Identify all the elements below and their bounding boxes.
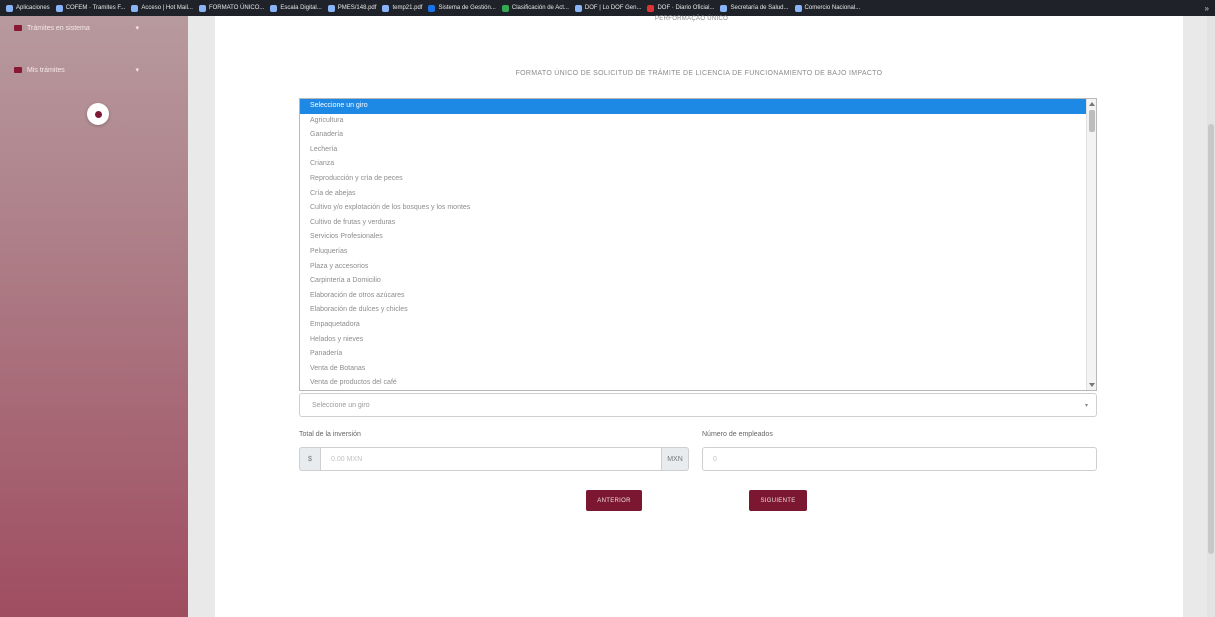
bookmark-item[interactable]: Comercio Nacional... — [794, 4, 861, 12]
bookmark-favicon-icon — [501, 4, 509, 12]
bookmark-favicon-icon — [55, 4, 63, 12]
bookmark-item[interactable]: Sistema de Gestión... — [428, 4, 496, 12]
bookmark-label: Comercio Nacional... — [804, 5, 861, 11]
giro-option[interactable]: Reproducción y cría de peces — [300, 172, 1096, 187]
bookmark-label: Secretaría de Salud... — [730, 5, 789, 11]
giro-option[interactable]: Helados y nieves — [300, 333, 1096, 348]
bookmark-item[interactable]: PMES/148.pdf — [327, 4, 377, 12]
bookmark-item[interactable]: DOF | Lo DOF Gen... — [574, 4, 642, 12]
inversion-label: Total de la inversión — [299, 431, 361, 438]
page-scroll-thumb[interactable] — [1208, 124, 1214, 554]
empleados-input[interactable]: 0 — [702, 447, 1097, 471]
giro-option[interactable]: Servicios Profesionales — [300, 230, 1096, 245]
bookmark-label: Aplicaciones — [16, 5, 50, 11]
giro-option[interactable]: Panadería — [300, 347, 1096, 362]
giro-option[interactable]: Cultivo de frutas y verduras — [300, 216, 1096, 231]
bookmark-item[interactable]: Aplicaciones — [6, 4, 50, 12]
bookmark-label: PMES/148.pdf — [337, 5, 377, 11]
bookmark-label: Clasificación de Act... — [511, 5, 569, 11]
folder-icon — [14, 25, 22, 31]
sidebar-toggle-button[interactable] — [87, 103, 109, 125]
bookmarks-bar: Aplicaciones COFEM · Tramites F... Acceso … — [0, 0, 1215, 16]
empleados-label: Número de empleados — [702, 431, 773, 438]
dot-icon — [94, 110, 102, 118]
bookmark-item[interactable]: Secretaría de Salud... — [720, 4, 789, 12]
bookmark-label: temp21.pdf — [392, 5, 423, 11]
giro-option[interactable]: Plaza y accesorios — [300, 260, 1096, 275]
bookmark-item[interactable]: COFEM · Tramites F... — [55, 4, 126, 12]
sidebar-item-label: Trámites en sistema — [27, 24, 90, 32]
bookmark-label: DOF | Lo DOF Gen... — [584, 5, 642, 11]
giro-option[interactable]: Venta de Botanas — [300, 362, 1096, 377]
bookmark-favicon-icon — [131, 4, 139, 12]
scroll-thumb[interactable] — [1089, 110, 1095, 132]
bookmark-favicon-icon — [6, 4, 13, 12]
folder-icon — [14, 67, 22, 73]
more-bookmarks-icon[interactable]: » — [1205, 4, 1209, 13]
giro-option[interactable]: Agricultura — [300, 114, 1096, 129]
bookmark-item[interactable]: Acceso | Hot Mail... — [131, 4, 193, 12]
bookmark-item[interactable]: FORMATO ÚNICO... — [198, 4, 265, 12]
bookmark-label: COFEM · Tramites F... — [65, 5, 126, 11]
bookmark-favicon-icon — [270, 4, 278, 12]
giro-option[interactable]: Peluquerías — [300, 245, 1096, 260]
bookmark-favicon-icon — [382, 4, 390, 12]
bookmark-favicon-icon — [428, 4, 436, 12]
bookmark-item[interactable]: Escala Digital... — [270, 4, 322, 12]
bookmark-favicon-icon — [647, 4, 655, 12]
giro-option[interactable]: Lechería — [300, 143, 1096, 158]
scroll-up-icon[interactable] — [1089, 102, 1095, 106]
bookmark-label: Acceso | Hot Mail... — [141, 5, 193, 11]
chevron-down-icon: ▾ — [1084, 402, 1088, 409]
currency-prefix: $ — [299, 447, 321, 471]
page-scrollbar[interactable] — [1207, 16, 1215, 617]
giro-listbox[interactable]: Seleccione un giro Agricultura Ganadería Le… — [299, 98, 1097, 391]
bookmark-item[interactable]: temp21.pdf — [382, 4, 423, 12]
inversion-input[interactable]: 0.00 MXN — [321, 447, 661, 471]
bookmark-item[interactable]: DOF · Diario Oficial... — [647, 4, 715, 12]
listbox-scrollbar[interactable] — [1086, 99, 1096, 390]
giro-option[interactable]: Venta de productos del café — [300, 376, 1096, 390]
giro-option[interactable]: Carpintería a Domicilio — [300, 274, 1096, 289]
chevron-down-icon: ▾ — [135, 67, 139, 74]
bookmark-item[interactable]: Clasificación de Act... — [501, 4, 569, 12]
giro-option[interactable]: Cultivo y/o explotación de los bosques y… — [300, 201, 1096, 216]
giro-option[interactable]: Cría de abejas — [300, 187, 1096, 202]
scroll-down-icon[interactable] — [1089, 383, 1095, 387]
giro-option[interactable]: Empaquetadora — [300, 318, 1096, 333]
giro-option[interactable]: Seleccione un giro — [300, 99, 1096, 114]
chevron-down-icon: ▾ — [135, 25, 139, 32]
bookmark-label: DOF · Diario Oficial... — [657, 5, 715, 11]
bookmark-label: Escala Digital... — [280, 5, 322, 11]
giro-option[interactable]: Crianza — [300, 157, 1096, 172]
bookmark-favicon-icon — [198, 4, 206, 12]
bookmark-favicon-icon — [720, 4, 728, 12]
giro-option[interactable]: Elaboración de otros azúcares — [300, 289, 1096, 304]
bookmark-label: Sistema de Gestión... — [438, 5, 496, 11]
siguiente-button[interactable]: SIGUIENTE — [749, 490, 807, 511]
anterior-button[interactable]: ANTERIOR — [586, 490, 642, 511]
bookmark-label: FORMATO ÚNICO... — [208, 5, 265, 11]
bookmark-favicon-icon — [327, 4, 335, 12]
inversion-input-group: $ 0.00 MXN MXN — [299, 447, 689, 471]
bookmark-favicon-icon — [574, 4, 582, 12]
giro-select[interactable]: Seleccione un giro ▾ — [299, 393, 1097, 417]
sidebar: Trámites en sistema ▾ Mis trámites ▾ — [0, 16, 188, 617]
sidebar-item-mis-tramites[interactable]: Mis trámites ▾ — [14, 66, 139, 74]
giro-option[interactable]: Ganadería — [300, 128, 1096, 143]
page-header-title: PERFORMAÇÃO ÚNICO — [655, 16, 729, 22]
currency-suffix: MXN — [661, 447, 689, 471]
bookmark-favicon-icon — [794, 4, 802, 12]
form-title: FORMATO ÚNICO DE SOLICITUD DE TRÁMITE DE… — [515, 70, 883, 77]
sidebar-item-tramites[interactable]: Trámites en sistema ▾ — [14, 24, 139, 32]
giro-select-value: Seleccione un giro — [312, 401, 370, 409]
main-content: PERFORMAÇÃO ÚNICO FORMATO ÚNICO DE SOLIC… — [215, 16, 1183, 617]
giro-option[interactable]: Elaboración de dulces y chicles — [300, 303, 1096, 318]
sidebar-item-label: Mis trámites — [27, 66, 65, 74]
